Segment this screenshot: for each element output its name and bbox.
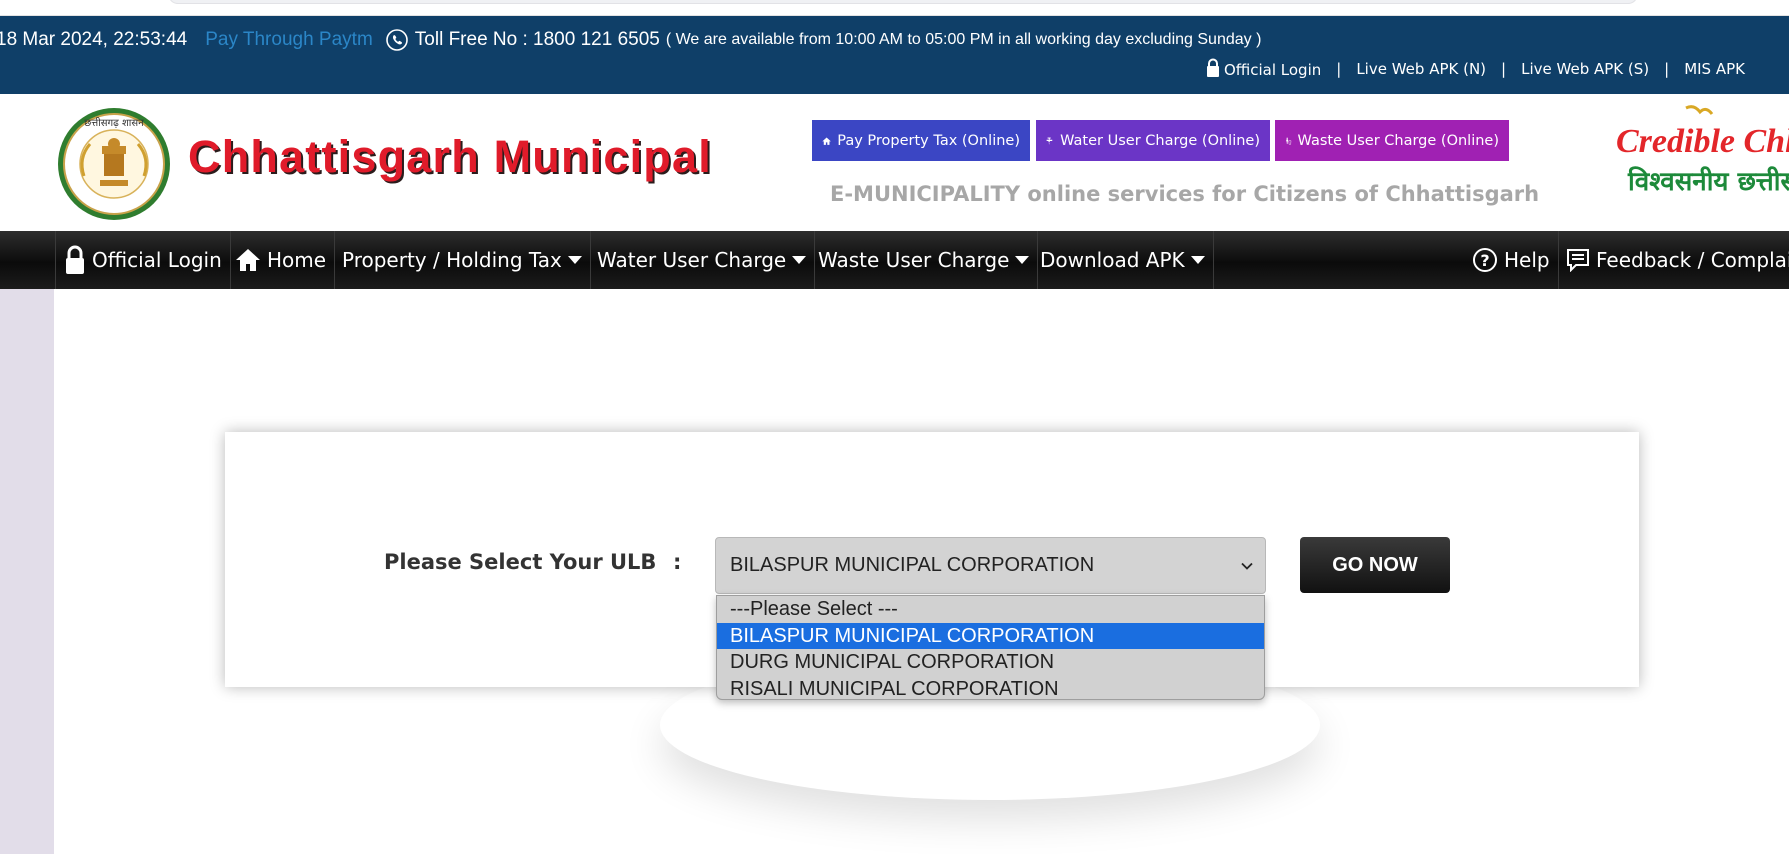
official-login-link[interactable]: Official Login <box>1206 58 1321 79</box>
help-icon: ? <box>1473 248 1497 272</box>
chevron-down-icon <box>1241 562 1253 570</box>
ulb-dropdown-list: ---Please Select --- BILASPUR MUNICIPAL … <box>716 595 1265 700</box>
caret-down-icon <box>567 256 582 264</box>
site-tagline: E-MUNICIPALITY online services for Citiz… <box>830 182 1540 206</box>
nav-apk-label: Download APK <box>1040 248 1185 272</box>
logo-english-text: Credible Chhattisgarh <box>1616 123 1789 160</box>
service-hours: ( We are available from 10:00 AM to 05:0… <box>665 31 1262 48</box>
link-separator: | <box>1501 59 1507 78</box>
water-tap-icon <box>1046 137 1053 144</box>
nav-download-apk[interactable]: Download APK <box>1032 231 1214 289</box>
waste-bin-icon <box>1286 137 1292 144</box>
nav-property-holding-tax[interactable]: Property / Holding Tax <box>334 231 591 289</box>
contact-line: 18 Mar 2024, 22:53:44 Pay Through Paytm … <box>0 28 1261 52</box>
nav-home-label: Home <box>267 248 327 272</box>
government-emblem-logo: छत्तीसगढ़ शासन <box>58 108 170 220</box>
address-bar-edge <box>168 0 1638 4</box>
link-separator: | <box>1336 59 1342 78</box>
paytm-link[interactable]: Pay Through Paytm <box>205 29 373 51</box>
live-web-apk-s-link[interactable]: Live Web APK (S) <box>1521 60 1649 78</box>
svg-text:?: ? <box>1480 251 1489 270</box>
ulb-option[interactable]: RISALI MUNICIPAL CORPORATION <box>717 676 1264 700</box>
nav-waste-user-charge[interactable]: Waste User Charge <box>810 231 1039 289</box>
ulb-option[interactable]: ---Please Select --- <box>717 596 1264 623</box>
nav-feedback-label: Feedback / Complai <box>1596 248 1789 272</box>
credible-chhattisgarh-logo: Credible Chhattisgarh विश्वसनीय छत्तीसगढ… <box>1616 105 1789 197</box>
link-separator: | <box>1664 59 1670 78</box>
main-nav: Official Login Home Property / Holding T… <box>0 231 1789 289</box>
ulb-select-label: Please Select Your ULB <box>384 550 657 574</box>
lock-icon <box>1206 58 1220 78</box>
live-web-apk-n-link[interactable]: Live Web APK (N) <box>1356 60 1486 78</box>
logo-hindi-text: विश्वसनीय छत्तीसगढ़ <box>1627 166 1789 197</box>
nav-water-user-charge[interactable]: Water User Charge <box>589 231 816 289</box>
ulb-select[interactable]: BILASPUR MUNICIPAL CORPORATION <box>715 537 1266 594</box>
site-header: छत्तीसगढ़ शासन Chhattisgarh Municipal Pa… <box>0 94 1789 231</box>
ulb-option-selected[interactable]: BILASPUR MUNICIPAL CORPORATION <box>717 622 1264 649</box>
nav-help[interactable]: ? Help <box>1464 231 1559 289</box>
waste-user-charge-label: Waste User Charge (Online) <box>1297 132 1499 149</box>
current-datetime: 18 Mar 2024, 22:53:44 <box>0 29 188 50</box>
pay-property-tax-label: Pay Property Tax (Online) <box>837 132 1020 149</box>
emblem-text: छत्तीसगढ़ शासन <box>84 117 144 129</box>
home-icon <box>822 136 831 145</box>
water-user-charge-button[interactable]: Water User Charge (Online) <box>1036 120 1270 161</box>
top-info-bar: 18 Mar 2024, 22:53:44 Pay Through Paytm … <box>0 16 1789 94</box>
nav-home[interactable]: Home <box>227 231 336 289</box>
go-now-button[interactable]: GO NOW <box>1300 537 1450 593</box>
nav-official-login-label: Official Login <box>92 248 222 272</box>
caret-down-icon <box>792 256 807 264</box>
nav-property-label: Property / Holding Tax <box>342 248 562 272</box>
lock-icon <box>66 245 84 274</box>
nav-help-label: Help <box>1504 248 1550 272</box>
toll-free-number: Toll Free No : 1800 121 6505 <box>414 29 660 50</box>
ulb-select-value: BILASPUR MUNICIPAL CORPORATION <box>730 554 1095 576</box>
feedback-icon <box>1567 249 1589 272</box>
nav-water-label: Water User Charge <box>597 248 787 272</box>
site-title: Chhattisgarh Municipal <box>188 131 712 182</box>
top-links: Official Login | Live Web APK (N) | Live… <box>1206 58 1745 79</box>
ulb-option[interactable]: DURG MUNICIPAL CORPORATION <box>717 649 1264 676</box>
left-rail-decoration <box>0 289 54 854</box>
caret-down-icon <box>1190 256 1205 264</box>
ulb-select-colon: : <box>673 550 682 574</box>
water-user-charge-label: Water User Charge (Online) <box>1060 132 1260 149</box>
mis-apk-link[interactable]: MIS APK <box>1684 60 1745 78</box>
caret-down-icon <box>1015 256 1030 264</box>
phone-icon <box>385 28 409 52</box>
official-login-label: Official Login <box>1223 61 1322 79</box>
nav-waste-label: Waste User Charge <box>818 248 1010 272</box>
browser-chrome-strip <box>0 0 1789 16</box>
nav-official-login[interactable]: Official Login <box>55 231 231 289</box>
nav-feedback-complaint[interactable]: Feedback / Complai <box>1558 231 1789 289</box>
waste-user-charge-button[interactable]: Waste User Charge (Online) <box>1275 120 1509 161</box>
pay-property-tax-button[interactable]: Pay Property Tax (Online) <box>812 120 1030 161</box>
home-icon <box>236 249 260 271</box>
